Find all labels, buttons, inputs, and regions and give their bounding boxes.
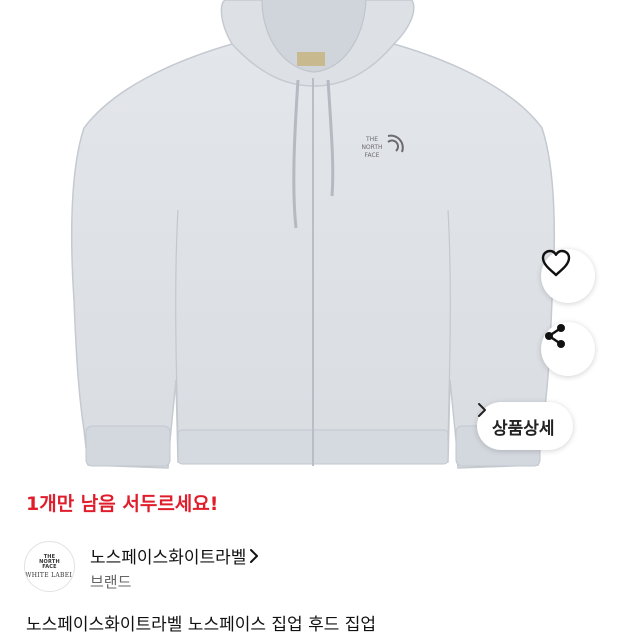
svg-text:NORTH: NORTH bbox=[361, 144, 382, 151]
brand-logo-mark: THE NORTH FACE bbox=[39, 553, 60, 570]
product-image[interactable]: THE NORTH FACE 상품상세 bbox=[0, 0, 620, 482]
stock-notice: 1개만 남음 서두르세요! bbox=[26, 493, 219, 515]
product-title: 노스페이스화이트라벨 노스페이스 집업 후드 집업 bbox=[26, 615, 377, 635]
product-detail-button[interactable]: 상품상세 bbox=[477, 402, 573, 450]
brand-logo[interactable]: THE NORTH FACE WHITE LABEL bbox=[24, 541, 75, 592]
heart-outline-icon bbox=[541, 249, 571, 277]
share-button[interactable] bbox=[541, 322, 595, 376]
brand-logo-text: WHITE LABEL bbox=[25, 571, 74, 579]
chevron-right-icon bbox=[478, 403, 486, 417]
brand-name: 노스페이스화이트라벨 bbox=[90, 548, 247, 568]
like-button[interactable] bbox=[541, 249, 595, 303]
chevron-right-icon bbox=[250, 548, 259, 563]
share-icon bbox=[545, 324, 565, 348]
brand-link[interactable]: 노스페이스화이트라벨 bbox=[90, 543, 260, 568]
product-detail-label: 상품상세 bbox=[492, 418, 555, 439]
svg-text:FACE: FACE bbox=[365, 152, 380, 159]
brand-label: 브랜드 bbox=[90, 573, 132, 591]
svg-text:THE: THE bbox=[365, 136, 378, 143]
